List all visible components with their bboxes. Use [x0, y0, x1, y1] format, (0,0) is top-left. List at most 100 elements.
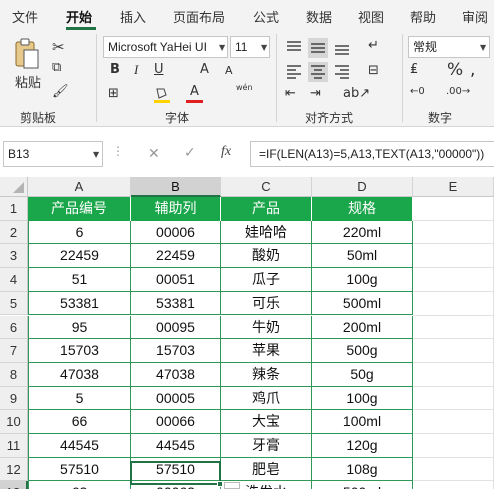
tab-file[interactable]: 文件: [12, 7, 38, 26]
table-cell[interactable]: 00095: [131, 315, 221, 340]
table-cell[interactable]: 00005: [131, 386, 221, 411]
chevron-down-icon[interactable]: ▼: [93, 150, 99, 159]
table-cell[interactable]: 66: [28, 410, 131, 434]
tab-help[interactable]: 帮助: [410, 7, 436, 26]
table-cell[interactable]: 大宝: [221, 410, 312, 434]
row-header-13[interactable]: 13: [0, 481, 28, 489]
cut-icon[interactable]: ✂: [52, 38, 65, 56]
column-header-c[interactable]: C: [221, 177, 312, 197]
select-all-corner[interactable]: [0, 177, 28, 197]
table-cell[interactable]: 62: [28, 481, 131, 489]
row-header-3[interactable]: 3: [0, 244, 28, 269]
table-cell[interactable]: 酸奶: [221, 244, 312, 269]
column-header-b[interactable]: B: [131, 177, 221, 197]
table-cell[interactable]: 鸡爪: [221, 386, 312, 411]
table-cell[interactable]: 44545: [28, 434, 131, 458]
table-cell[interactable]: 娃哈哈: [221, 220, 312, 245]
header-cell[interactable]: 产品: [221, 197, 312, 221]
row-header-2[interactable]: 2: [0, 220, 28, 245]
row-header-10[interactable]: 10: [0, 410, 28, 434]
table-cell[interactable]: 苹果: [221, 339, 312, 363]
table-cell[interactable]: 00066: [131, 410, 221, 434]
table-cell[interactable]: 120g: [312, 434, 413, 458]
bold-button[interactable]: B: [110, 62, 120, 77]
confirm-button[interactable]: ✓: [184, 145, 196, 161]
table-cell[interactable]: 22459: [131, 244, 221, 269]
column-header-e[interactable]: E: [413, 177, 494, 197]
table-cell[interactable]: 100ml: [312, 410, 413, 434]
column-header-d[interactable]: D: [312, 177, 413, 197]
header-cell[interactable]: 规格: [312, 197, 413, 221]
table-cell[interactable]: 100g: [312, 386, 413, 411]
table-cell[interactable]: 50g: [312, 362, 413, 387]
table-cell[interactable]: 500ml: [312, 481, 413, 489]
chevron-down-icon[interactable]: ▼: [261, 43, 267, 52]
row-header-12[interactable]: 12: [0, 457, 28, 482]
row-header-7[interactable]: 7: [0, 339, 28, 363]
table-cell[interactable]: 15703: [131, 339, 221, 363]
fill-handle[interactable]: [217, 481, 223, 487]
horizontal-align-icons[interactable]: [284, 61, 364, 83]
table-cell[interactable]: 15703: [28, 339, 131, 363]
paste-icon[interactable]: [14, 38, 40, 70]
increase-decimal-icon[interactable]: ←0: [410, 86, 425, 97]
row-header-4[interactable]: 4: [0, 268, 28, 292]
phonetic-button[interactable]: wén: [236, 83, 253, 92]
name-box[interactable]: B13: [3, 141, 103, 167]
header-cell[interactable]: 辅助列: [131, 197, 221, 221]
row-header-5[interactable]: 5: [0, 291, 28, 316]
table-cell[interactable]: 牛奶: [221, 315, 312, 340]
table-cell[interactable]: 108g: [312, 457, 413, 482]
row-header-6[interactable]: 6: [0, 315, 28, 340]
table-cell[interactable]: 00051: [131, 268, 221, 292]
cancel-button[interactable]: ✕: [148, 146, 160, 162]
table-cell[interactable]: 53381: [131, 291, 221, 316]
underline-button[interactable]: U: [154, 62, 164, 77]
shrink-font-button[interactable]: A: [225, 64, 233, 77]
wrap-text-icon[interactable]: ↵: [368, 38, 379, 53]
insert-function-button[interactable]: fx: [221, 144, 231, 160]
table-cell[interactable]: 6: [28, 220, 131, 245]
table-cell[interactable]: 500g: [312, 339, 413, 363]
table-cell[interactable]: 辣条: [221, 362, 312, 387]
header-cell[interactable]: 产品编号: [28, 197, 131, 221]
percent-button[interactable]: %: [447, 60, 463, 80]
table-cell[interactable]: 牙膏: [221, 434, 312, 458]
format-painter-icon[interactable]: 🖌: [52, 84, 69, 99]
outdent-icon[interactable]: ⇥: [310, 86, 321, 101]
table-cell[interactable]: 47038: [131, 362, 221, 387]
borders-icon[interactable]: ⊞: [108, 86, 119, 101]
column-header-a[interactable]: A: [28, 177, 131, 197]
accounting-format-icon[interactable]: ₤: [410, 62, 418, 77]
merge-cells-icon[interactable]: ⊟: [368, 63, 379, 78]
italic-button[interactable]: I: [134, 62, 138, 78]
row-header-9[interactable]: 9: [0, 386, 28, 411]
quick-analysis-icon[interactable]: [224, 482, 240, 489]
drag-handle-icon[interactable]: ⋮: [112, 144, 124, 158]
fill-color-icon[interactable]: [153, 86, 171, 104]
table-cell[interactable]: 22459: [28, 244, 131, 269]
orientation-icon[interactable]: ab↗: [343, 86, 370, 101]
table-cell[interactable]: 200ml: [312, 315, 413, 340]
tab-review[interactable]: 审阅: [462, 7, 488, 26]
grow-font-button[interactable]: A: [200, 62, 209, 77]
table-cell[interactable]: 57510: [28, 457, 131, 482]
table-cell[interactable]: 53381: [28, 291, 131, 316]
comma-style-icon[interactable]: ,: [470, 60, 475, 80]
table-cell[interactable]: 肥皂: [221, 457, 312, 482]
table-cell[interactable]: 5: [28, 386, 131, 411]
copy-icon[interactable]: ⧉: [52, 60, 61, 75]
table-cell[interactable]: 44545: [131, 434, 221, 458]
row-header-1[interactable]: 1: [0, 197, 28, 221]
paste-button[interactable]: 粘贴: [15, 72, 41, 91]
number-format-select[interactable]: 常规: [408, 36, 490, 58]
tab-data[interactable]: 数据: [306, 7, 332, 26]
tab-page-layout[interactable]: 页面布局: [173, 7, 225, 26]
table-cell[interactable]: 95: [28, 315, 131, 340]
chevron-down-icon[interactable]: ▼: [480, 43, 486, 52]
row-header-8[interactable]: 8: [0, 362, 28, 387]
tab-home[interactable]: 开始: [66, 7, 92, 26]
tab-formulas[interactable]: 公式: [253, 7, 279, 26]
tab-insert[interactable]: 插入: [120, 7, 146, 26]
font-name-select[interactable]: Microsoft YaHei UI: [103, 36, 228, 58]
